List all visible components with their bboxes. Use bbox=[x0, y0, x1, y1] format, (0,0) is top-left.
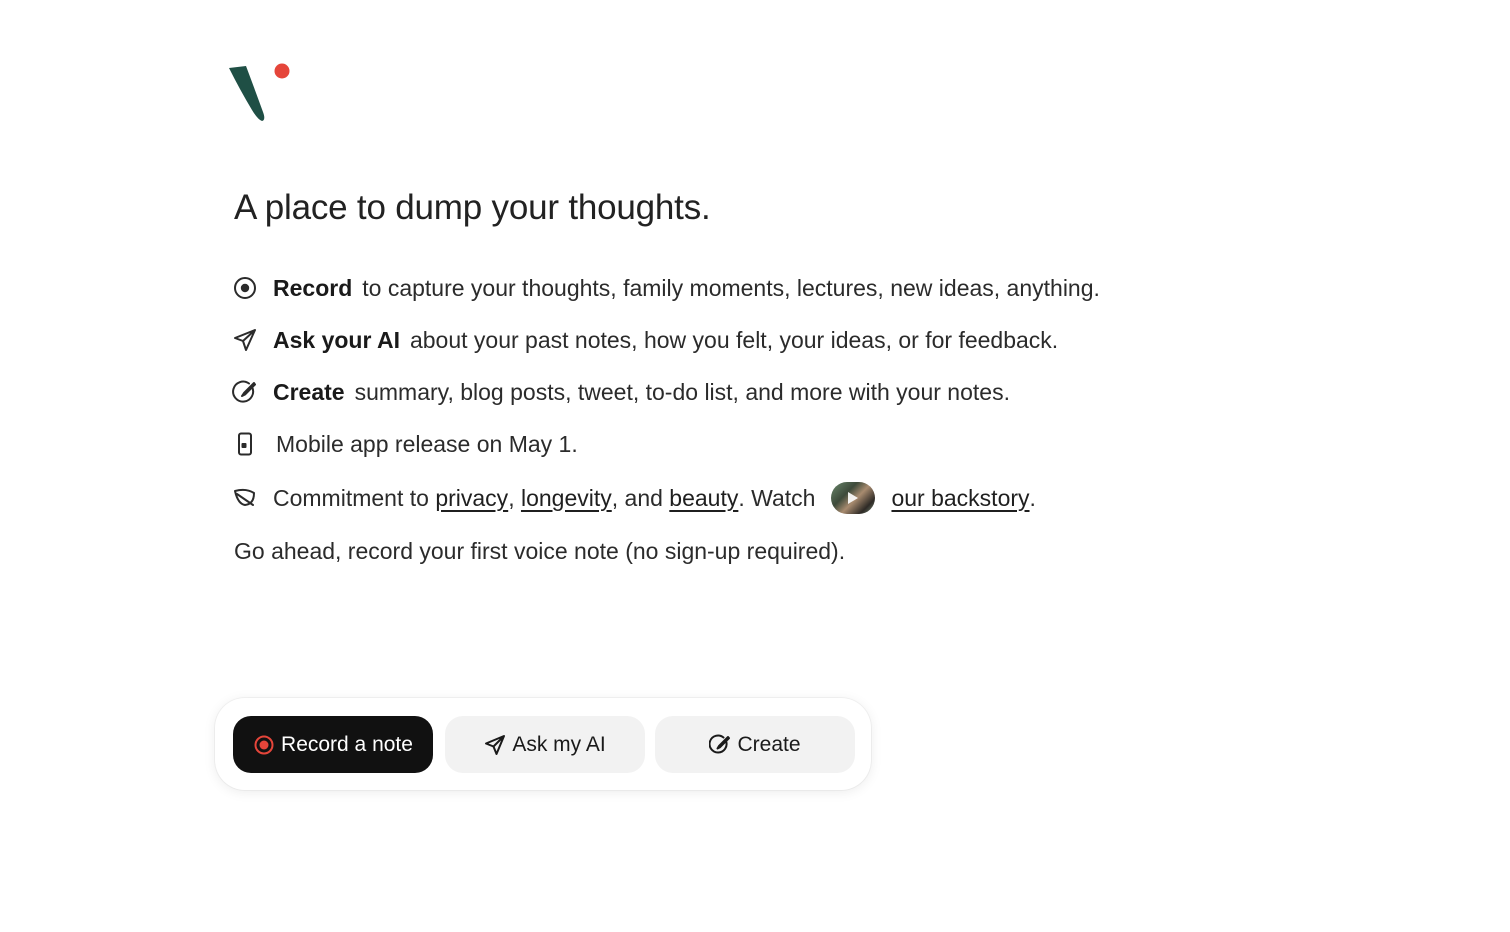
leaf-icon bbox=[232, 485, 258, 511]
feature-commitment: Commitment to privacy, longevity, and be… bbox=[232, 472, 1100, 524]
send-icon bbox=[485, 734, 506, 755]
commitment-prefix: Commitment to bbox=[273, 484, 429, 511]
feature-title: Create bbox=[273, 378, 345, 405]
play-icon bbox=[848, 492, 859, 504]
page-title: A place to dump your thoughts. bbox=[234, 188, 711, 227]
record-note-button[interactable]: Record a note bbox=[233, 716, 433, 773]
create-label: Create bbox=[737, 732, 801, 756]
create-icon bbox=[232, 379, 258, 405]
feature-text: Mobile app release on May 1. bbox=[276, 430, 578, 457]
backstory-link[interactable]: our backstory bbox=[891, 485, 1029, 512]
feature-text: summary, blog posts, tweet, to-do list, … bbox=[354, 378, 1010, 405]
feature-ask-ai: Ask your AI about your past notes, how y… bbox=[232, 314, 1100, 366]
privacy-link[interactable]: privacy bbox=[435, 485, 508, 512]
record-icon bbox=[254, 735, 274, 754]
backstory-video-thumbnail[interactable] bbox=[831, 482, 876, 514]
action-bar: Record a note Ask my AI Create bbox=[215, 698, 871, 790]
watch-text: . Watch bbox=[738, 484, 816, 511]
feature-title: Record bbox=[273, 274, 353, 301]
feature-list: Record to capture your thoughts, family … bbox=[232, 262, 1100, 524]
create-icon bbox=[709, 734, 731, 754]
feature-create: Create summary, blog posts, tweet, to-do… bbox=[232, 366, 1100, 418]
cta-text: Go ahead, record your first voice note (… bbox=[234, 538, 846, 564]
feature-title: Ask your AI bbox=[273, 326, 400, 353]
separator: , bbox=[508, 484, 515, 511]
logo[interactable] bbox=[226, 60, 296, 126]
feature-record: Record to capture your thoughts, family … bbox=[232, 262, 1100, 314]
period: . bbox=[1029, 484, 1036, 511]
feature-text: about your past notes, how you felt, you… bbox=[409, 326, 1059, 353]
and-text: , and bbox=[611, 484, 663, 511]
feature-mobile: Mobile app release on May 1. bbox=[232, 418, 1100, 470]
longevity-link[interactable]: longevity bbox=[521, 485, 612, 512]
logo-mark bbox=[229, 63, 290, 121]
record-icon bbox=[232, 275, 258, 301]
mobile-icon bbox=[232, 431, 258, 457]
create-button[interactable]: Create bbox=[655, 716, 855, 773]
feature-text: to capture your thoughts, family moments… bbox=[362, 274, 1100, 301]
ask-ai-label: Ask my AI bbox=[512, 732, 606, 756]
beauty-link[interactable]: beauty bbox=[669, 485, 738, 512]
ask-ai-button[interactable]: Ask my AI bbox=[445, 716, 645, 773]
record-note-label: Record a note bbox=[281, 732, 413, 756]
send-icon bbox=[232, 327, 258, 353]
